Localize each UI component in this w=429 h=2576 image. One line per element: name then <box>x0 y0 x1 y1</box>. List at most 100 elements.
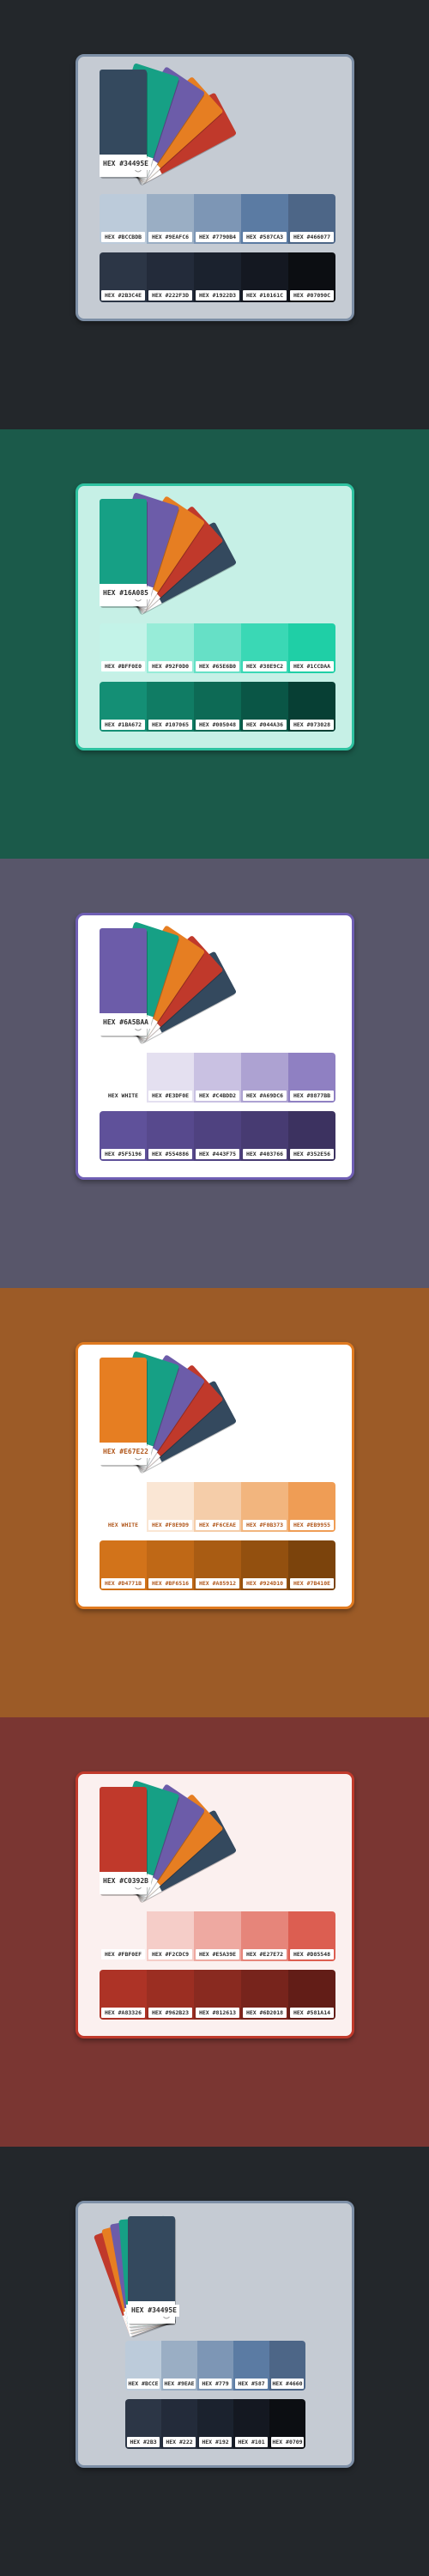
light-shades-row: HEX WHITE HEX #E3DF0E HEX #C4BDD2 HEX #A69D… <box>100 1053 335 1103</box>
color-swatch: HEX #E27E72 <box>241 1911 288 1961</box>
swatch-hex-label: HEX #65E6B0 <box>196 661 239 671</box>
color-swatch: HEX WHITE <box>100 1482 147 1532</box>
swatch-hex-label: HEX #C4BDD2 <box>196 1091 239 1101</box>
color-swatch: HEX #BF6516 <box>147 1540 194 1590</box>
palette-card: HEX #34495E HEX #BCCBDB HEX #9EAFC6 HEX #77… <box>76 54 354 321</box>
swatch-hex-label: HEX #F6CEAE <box>196 1520 239 1530</box>
color-swatch: HEX #7B410E <box>288 1540 335 1590</box>
swatch-hex-label: HEX #587 <box>235 2379 268 2389</box>
light-shades-row: HEX #BFF0E0 HEX #92F0D0 HEX #65E6B0 HEX #38… <box>100 623 335 673</box>
color-swatch: HEX #EB9955 <box>288 1482 335 1532</box>
swatch-hex-label: HEX #7790B4 <box>196 232 239 242</box>
swatch-hex-label: HEX #BFF0E0 <box>101 661 145 671</box>
color-swatch: HEX #D4771B <box>100 1540 147 1590</box>
color-swatch: HEX #005048 <box>194 682 241 732</box>
palette-card: HEX #E67E22 HEX WHITE HEX #F8E9D9 HEX #F6CE… <box>76 1342 354 1609</box>
palette-card: HEX #16A085 HEX #BFF0E0 HEX #92F0D0 HEX #65… <box>76 483 354 750</box>
swatch-hex-label: HEX #962B23 <box>148 2008 192 2018</box>
color-swatch: HEX #107065 <box>147 682 194 732</box>
swatch-hex-label: HEX #4660 <box>271 2379 304 2389</box>
swatch-hex-label: HEX #779 <box>199 2379 232 2389</box>
color-swatch: HEX #A69DC6 <box>241 1053 288 1103</box>
swatch-hex-label: HEX #005048 <box>196 720 239 730</box>
swatch-hex-label: HEX #581A14 <box>290 2008 334 2018</box>
color-swatch: HEX #9EAFC6 <box>147 194 194 244</box>
swatch-hex-label: HEX #192 <box>199 2437 232 2447</box>
swatch-hex-label: HEX WHITE <box>101 1520 145 1530</box>
color-swatch: HEX #581A14 <box>288 1970 335 2020</box>
color-swatch: HEX #466077 <box>288 194 335 244</box>
color-swatch: HEX WHITE <box>100 1053 147 1103</box>
color-swatch: HEX #1CCDAA <box>288 623 335 673</box>
main-hex-label: HEX #C0392B <box>100 1875 151 1887</box>
swatch-hex-label: HEX #554886 <box>148 1149 192 1159</box>
swatch-fan <box>100 492 237 615</box>
swatch-hex-label: HEX #D85548 <box>290 1949 334 1959</box>
swatch-fan <box>100 1351 237 1473</box>
color-swatch: HEX #192 <box>197 2399 233 2449</box>
color-swatch: HEX #962B23 <box>147 1970 194 2020</box>
dark-shades-row: HEX #2B3C4E HEX #222F3D HEX #1922D3 HEX #10… <box>100 252 335 302</box>
swatch-hex-label: HEX #E3DF0E <box>148 1091 192 1101</box>
swatch-hex-label: HEX #9EAE <box>163 2379 196 2389</box>
color-swatch: HEX #38E9C2 <box>241 623 288 673</box>
color-swatch: HEX #8877BB <box>288 1053 335 1103</box>
swatch-hex-label: HEX #222 <box>163 2437 196 2447</box>
dark-shades-row: HEX #D4771B HEX #BF6516 HEX #A85912 HEX #92… <box>100 1540 335 1590</box>
swatch-hex-label: HEX #10161C <box>243 290 287 301</box>
color-swatch: HEX #5F5196 <box>100 1111 147 1161</box>
swatch-hex-label: HEX #403766 <box>243 1149 287 1159</box>
color-swatch: HEX #F6CEAE <box>194 1482 241 1532</box>
swatch-hex-label: HEX #BCCE <box>127 2379 160 2389</box>
swatch-hex-label: HEX #222F3D <box>148 290 192 301</box>
color-swatch: HEX #9EAE <box>161 2341 197 2391</box>
color-swatch: HEX #C4BDD2 <box>194 1053 241 1103</box>
color-swatch: HEX #101 <box>233 2399 269 2449</box>
swatch-hex-label: HEX #101 <box>235 2437 268 2447</box>
color-swatch: HEX #587 <box>233 2341 269 2391</box>
swatch-hex-label: HEX #EB9955 <box>290 1520 334 1530</box>
color-swatch: HEX #2B3 <box>125 2399 161 2449</box>
color-swatch: HEX #924D10 <box>241 1540 288 1590</box>
dark-shades-row: HEX #A83326 HEX #962B23 HEX #812613 HEX #6D… <box>100 1970 335 2020</box>
color-swatch: HEX #F0B373 <box>241 1482 288 1532</box>
palette-section-slate: HEX #34495E HEX #BCCBDB HEX #9EAFC6 HEX #77… <box>0 0 429 429</box>
swatch-hex-label: HEX #07090C <box>290 290 334 301</box>
swatch-hex-label: HEX #7B410E <box>290 1578 334 1589</box>
color-swatch: HEX #A85912 <box>194 1540 241 1590</box>
swatch-hex-label: HEX #FBF0EF <box>101 1949 145 1959</box>
swatch-hex-label: HEX #F2CDC9 <box>148 1949 192 1959</box>
palette-showcase: HEX #34495E HEX #BCCBDB HEX #9EAFC6 HEX #77… <box>0 0 429 2576</box>
swatch-hex-label: HEX #E5A39E <box>196 1949 239 1959</box>
color-swatch: HEX #A83326 <box>100 1970 147 2020</box>
color-swatch: HEX #F8E9D9 <box>147 1482 194 1532</box>
light-shades-row: HEX #FBF0EF HEX #F2CDC9 HEX #E5A39E HEX #E2… <box>100 1911 335 1961</box>
color-swatch: HEX #073028 <box>288 682 335 732</box>
swatch-hex-label: HEX #2B3C4E <box>101 290 145 301</box>
color-swatch: HEX #E5A39E <box>194 1911 241 1961</box>
palette-section-teal: HEX #16A085 HEX #BFF0E0 HEX #92F0D0 HEX #65… <box>0 429 429 859</box>
color-swatch: HEX #6D2018 <box>241 1970 288 2020</box>
swatch-fan <box>100 63 237 185</box>
main-hex-label: HEX #16A085 <box>100 587 151 599</box>
color-swatch: HEX #1922D3 <box>194 252 241 302</box>
swatch-hex-label: HEX #352E56 <box>290 1149 334 1159</box>
color-swatch: HEX #587CA3 <box>241 194 288 244</box>
color-swatch: HEX #BCCBDB <box>100 194 147 244</box>
swatch-hex-label: HEX #443F75 <box>196 1149 239 1159</box>
dark-shades-row: HEX #2B3 HEX #222 HEX #192 HEX #101 HEX #070… <box>125 2399 305 2449</box>
dark-shades-row: HEX #1BA672 HEX #107065 HEX #005048 HEX #04… <box>100 682 335 732</box>
color-swatch: HEX #E3DF0E <box>147 1053 194 1103</box>
color-swatch: HEX #1BA672 <box>100 682 147 732</box>
color-swatch: HEX #10161C <box>241 252 288 302</box>
swatch-hex-label: HEX #2B3 <box>127 2437 160 2447</box>
color-swatch: HEX #352E56 <box>288 1111 335 1161</box>
color-swatch: HEX #BFF0E0 <box>100 623 147 673</box>
color-swatch: HEX #779 <box>197 2341 233 2391</box>
swatch-hex-label: HEX #E27E72 <box>243 1949 287 1959</box>
swatch-hex-label: HEX #587CA3 <box>243 232 287 242</box>
color-swatch: HEX #2B3C4E <box>100 252 147 302</box>
swatch-hex-label: HEX #1CCDAA <box>290 661 334 671</box>
swatch-hex-label: HEX #BF6516 <box>148 1578 192 1589</box>
swatch-hex-label: HEX #0709 <box>271 2437 304 2447</box>
